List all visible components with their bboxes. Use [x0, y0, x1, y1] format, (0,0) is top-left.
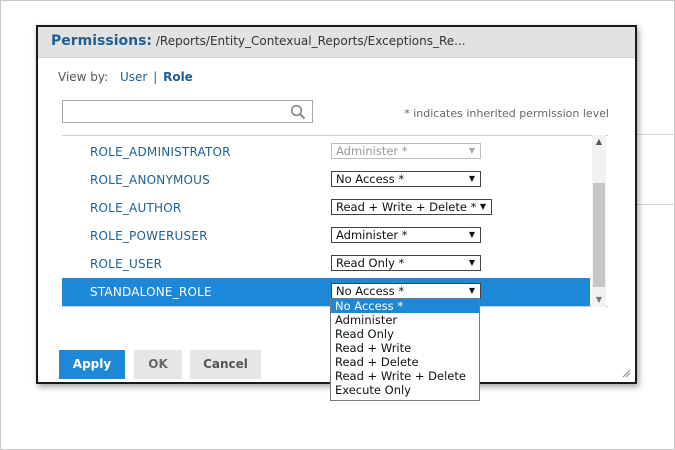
chevron-down-icon: ▼: [468, 146, 475, 155]
chevron-down-icon[interactable]: ▼: [469, 284, 475, 298]
background-divider: [635, 134, 675, 135]
view-by: View by: User | Role: [58, 70, 193, 84]
permission-select[interactable]: No Access * ▼: [331, 171, 481, 187]
search-input[interactable]: [62, 100, 313, 123]
role-name: ROLE_USER: [90, 257, 163, 271]
scrollbar-thumb[interactable]: [593, 183, 605, 287]
view-by-user-link[interactable]: User: [120, 70, 147, 84]
view-by-separator: |: [153, 70, 158, 84]
inherited-note: * indicates inherited permission level: [404, 107, 609, 120]
permission-select[interactable]: No Access * ▼: [331, 283, 481, 299]
permission-select-value: Read + Write + Delete *: [336, 200, 477, 214]
chevron-down-icon[interactable]: ▼: [469, 172, 475, 186]
permission-select-value: Administer *: [336, 228, 408, 242]
table-scrollbar[interactable]: ▲ ▼: [592, 135, 606, 307]
permission-select-value: No Access *: [336, 172, 405, 186]
scroll-down-icon[interactable]: ▼: [592, 293, 606, 307]
role-name: STANDALONE_ROLE: [90, 285, 212, 299]
permission-select-value: Read Only *: [336, 256, 405, 270]
dropdown-option[interactable]: Read + Write + Delete: [331, 369, 479, 383]
table-row[interactable]: ROLE_AUTHOR Read + Write + Delete * ▼: [62, 194, 590, 222]
role-name: ROLE_POWERUSER: [90, 229, 208, 243]
dropdown-option[interactable]: Administer: [331, 313, 479, 327]
dropdown-option[interactable]: Read + Delete: [331, 355, 479, 369]
dialog-header[interactable]: Permissions: /Reports/Entity_Contexual_R…: [38, 27, 635, 58]
view-by-role-link[interactable]: Role: [163, 70, 193, 84]
resize-grip-icon[interactable]: [621, 368, 631, 378]
permission-select[interactable]: Read Only * ▼: [331, 255, 481, 271]
chevron-down-icon[interactable]: ▼: [469, 256, 475, 270]
dropdown-option[interactable]: No Access *: [331, 299, 479, 313]
dialog-title: Permissions:: [51, 33, 153, 49]
view-by-label: View by:: [58, 70, 109, 84]
dialog-path: /Reports/Entity_Contexual_Reports/Except…: [155, 34, 466, 48]
scroll-up-icon[interactable]: ▲: [592, 135, 606, 149]
role-name: ROLE_ADMINISTRATOR: [90, 145, 231, 159]
permission-select-value: Administer *: [336, 144, 408, 158]
table-row[interactable]: ROLE_POWERUSER Administer * ▼: [62, 222, 590, 250]
permission-select-value: No Access *: [336, 284, 405, 298]
chevron-down-icon[interactable]: ▼: [480, 200, 486, 214]
permission-select[interactable]: Administer * ▼: [331, 227, 481, 243]
permission-dropdown-list[interactable]: No Access * Administer Read Only Read + …: [330, 298, 480, 401]
table-row[interactable]: ROLE_USER Read Only * ▼: [62, 250, 590, 278]
chevron-down-icon[interactable]: ▼: [469, 228, 475, 242]
dropdown-option[interactable]: Read Only: [331, 327, 479, 341]
table-row[interactable]: ROLE_ANONYMOUS No Access * ▼: [62, 166, 590, 194]
background-divider: [635, 204, 675, 205]
permission-select: Administer * ▼: [331, 143, 481, 159]
role-name: ROLE_ANONYMOUS: [90, 173, 210, 187]
role-name: ROLE_AUTHOR: [90, 201, 182, 215]
dropdown-option[interactable]: Read + Write: [331, 341, 479, 355]
table-row[interactable]: ROLE_ADMINISTRATOR Administer * ▼: [62, 138, 590, 166]
permission-select[interactable]: Read + Write + Delete * ▼: [331, 199, 492, 215]
search-icon[interactable]: [290, 104, 306, 120]
cancel-button[interactable]: Cancel: [190, 350, 261, 379]
permissions-table: ROLE_ADMINISTRATOR Administer * ▼ ROLE_A…: [62, 135, 608, 307]
table-row-selected[interactable]: STANDALONE_ROLE No Access * ▼: [62, 278, 590, 306]
dropdown-option[interactable]: Execute Only: [331, 383, 479, 397]
apply-button[interactable]: Apply: [59, 350, 125, 379]
ok-button[interactable]: OK: [134, 350, 182, 379]
